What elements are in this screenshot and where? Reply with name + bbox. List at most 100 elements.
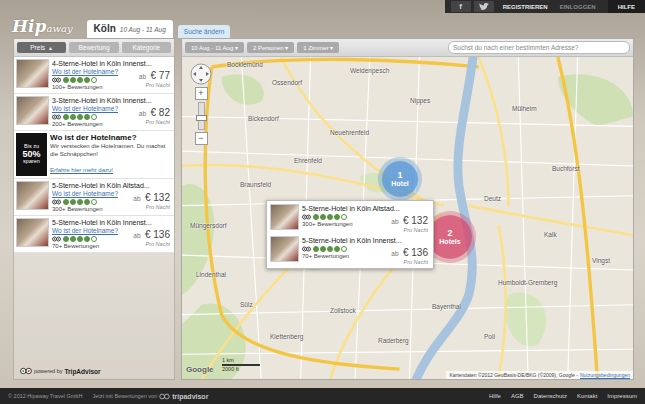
rating-dot — [334, 214, 340, 220]
result-item[interactable]: 5-Sterne-Hotel in Köln Altstad...Wo ist … — [14, 179, 174, 216]
hotel-cluster-marker[interactable]: 2Hotels — [428, 215, 472, 259]
rating-dot — [77, 236, 83, 242]
footer-link[interactable]: AGB — [511, 393, 524, 399]
hotel-title[interactable]: 3-Sterne-Hotel in Köln Innenst... — [52, 96, 172, 105]
hotel-name-link[interactable]: Wo ist der Hotelname? — [52, 227, 118, 235]
hotel-title[interactable]: 4-Sterne-Hotel in Köln Innenst... — [52, 59, 172, 68]
help-button[interactable]: HILFE — [608, 0, 645, 13]
zoom-in-button[interactable]: + — [195, 87, 208, 100]
place-label: Humboldt-Gremberg — [498, 279, 557, 286]
top-link[interactable]: REGISTRIEREN — [497, 4, 554, 10]
hotel-name-link[interactable]: Wo ist der Hotelname? — [52, 68, 118, 76]
sort-button[interactable]: Preis▲ — [17, 42, 66, 53]
filter-dropdown[interactable]: 1 Zimmer ▾ — [297, 42, 339, 53]
popup-hotel[interactable]: 5-Sterne-Hotel in Köln Innenst...70+ Bew… — [270, 236, 430, 265]
map-attribution: Kartendaten ©2012 GeoBasis-DE/BKG (©2009… — [446, 371, 633, 379]
rating — [302, 213, 353, 220]
result-item[interactable]: 3-Sterne-Hotel in Köln Innenst...Wo ist … — [14, 94, 174, 131]
rating-dot — [327, 214, 333, 220]
tripadvisor-owl-icon — [52, 77, 61, 83]
sort-arrow-icon: ▲ — [48, 45, 53, 51]
place-label: Mülheim — [512, 105, 537, 112]
result-item[interactable]: Bis zu50%sparenWo ist der Hotelname?Wir … — [14, 131, 174, 179]
place-label: Vingst — [592, 257, 610, 264]
results-list: Preis▲Bewertung Kategorie 4-Sterne-Hotel i… — [14, 39, 174, 253]
rating-dot — [91, 199, 97, 205]
rating-dot — [77, 114, 83, 120]
map-popup: 5-Sterne-Hotel in Köln Altstad...300+ Be… — [266, 200, 434, 269]
map[interactable]: BocklemündOssendorfWeidenpeschNippesMülh… — [182, 57, 633, 379]
results-panel: Preis▲Bewertung Kategorie 4-Sterne-Hotel i… — [13, 38, 175, 380]
rating-dot — [91, 77, 97, 83]
hotel-cluster-marker[interactable]: 1Hotel — [382, 161, 418, 197]
rating-dot — [84, 77, 90, 83]
rating-dot — [70, 236, 76, 242]
zoom-slider[interactable] — [198, 102, 205, 130]
rating-dot — [70, 199, 76, 205]
top-bar: f REGISTRIERENEINLOGGEN HILFE — [445, 0, 645, 13]
dropdown-arrow-icon: ▾ — [285, 45, 288, 51]
terms-link[interactable]: Nutzungsbedingungen — [580, 372, 630, 378]
discount-badge: Bis zu50%sparen — [16, 133, 47, 176]
rating-dot — [327, 246, 333, 252]
logo[interactable]: Hipaway — [12, 16, 73, 38]
page: Hipaway Köln10 Aug - 11 Aug Suche ändern f R… — [0, 0, 645, 404]
rating-dot — [320, 214, 326, 220]
twitter-button[interactable] — [474, 1, 494, 12]
hotel-name-link[interactable]: Wo ist der Hotelname? — [52, 190, 118, 198]
footer-link[interactable]: Hilfe — [489, 393, 501, 399]
tripadvisor-owl-icon — [159, 393, 170, 400]
rating-dot — [84, 199, 90, 205]
filter-dropdown[interactable]: 10 Aug - 11 Aug ▾ — [185, 42, 244, 53]
rating-dot — [63, 77, 69, 83]
price: ab € 132Pro Nacht — [133, 190, 172, 210]
top-link[interactable]: EINLOGGEN — [554, 4, 602, 10]
place-label: Bayenthal — [432, 303, 461, 310]
rating-dot — [341, 214, 347, 220]
footer-link[interactable]: Kontakt — [577, 393, 597, 399]
address-search[interactable] — [448, 41, 630, 54]
place-label: Weidenpesch — [350, 67, 389, 74]
rating — [52, 113, 118, 120]
rating — [52, 198, 118, 205]
rating-dot — [63, 236, 69, 242]
promo-link[interactable]: Erfahre hier mehr dazu! — [50, 167, 113, 173]
filter-dropdown[interactable]: 2 Personen ▾ — [247, 42, 294, 53]
pan-control-icon[interactable] — [190, 63, 212, 85]
rating-dot — [63, 199, 69, 205]
place-label: Bocklemünd — [227, 61, 263, 68]
change-search-tab[interactable]: Suche ändern — [178, 25, 230, 38]
rating-dot — [341, 246, 347, 252]
place-label: Poll — [484, 333, 495, 340]
rating-dot — [70, 77, 76, 83]
rating-dot — [77, 199, 83, 205]
footer-link[interactable]: Impressum — [607, 393, 637, 399]
place-label: Klettenberg — [270, 333, 303, 340]
rating-dot — [84, 114, 90, 120]
review-count: 70+ Bewertungen — [52, 242, 118, 250]
hotel-photo — [16, 218, 49, 247]
zoom-out-button[interactable]: − — [195, 132, 208, 145]
review-count: 300+ Bewertungen — [52, 205, 118, 213]
hotel-title[interactable]: 5-Sterne-Hotel in Köln Innenst... — [52, 218, 172, 227]
google-logo[interactable]: Google — [186, 365, 214, 374]
place-label: Braunsfeld — [240, 181, 271, 188]
rating-dot — [91, 236, 97, 242]
rating — [52, 235, 118, 242]
rating-dot — [91, 114, 97, 120]
popup-hotel[interactable]: 5-Sterne-Hotel in Köln Altstad...300+ Be… — [270, 204, 430, 233]
review-count: 200+ Bewertungen — [52, 120, 118, 128]
sort-button[interactable]: Bewertung — [69, 42, 118, 53]
result-item[interactable]: 4-Sterne-Hotel in Köln Innenst...Wo ist … — [14, 57, 174, 94]
facebook-button[interactable]: f — [451, 1, 471, 12]
footer-link[interactable]: Datenschutz — [534, 393, 567, 399]
rating — [302, 245, 349, 252]
search-tab[interactable]: Köln10 Aug - 11 Aug — [87, 20, 173, 38]
hotel-name-link[interactable]: Wo ist der Hotelname? — [52, 105, 118, 113]
hotel-title[interactable]: 5-Sterne-Hotel in Köln Altstad... — [52, 181, 172, 190]
place-label: Ehrenfeld — [294, 157, 322, 164]
footer: © 2012 Hipaway Travel GmbHJetzt mit Bewe… — [0, 388, 645, 404]
sort-button[interactable]: Kategorie — [122, 42, 171, 53]
rating-dot — [77, 77, 83, 83]
result-item[interactable]: 5-Sterne-Hotel in Köln Innenst...Wo ist … — [14, 216, 174, 253]
